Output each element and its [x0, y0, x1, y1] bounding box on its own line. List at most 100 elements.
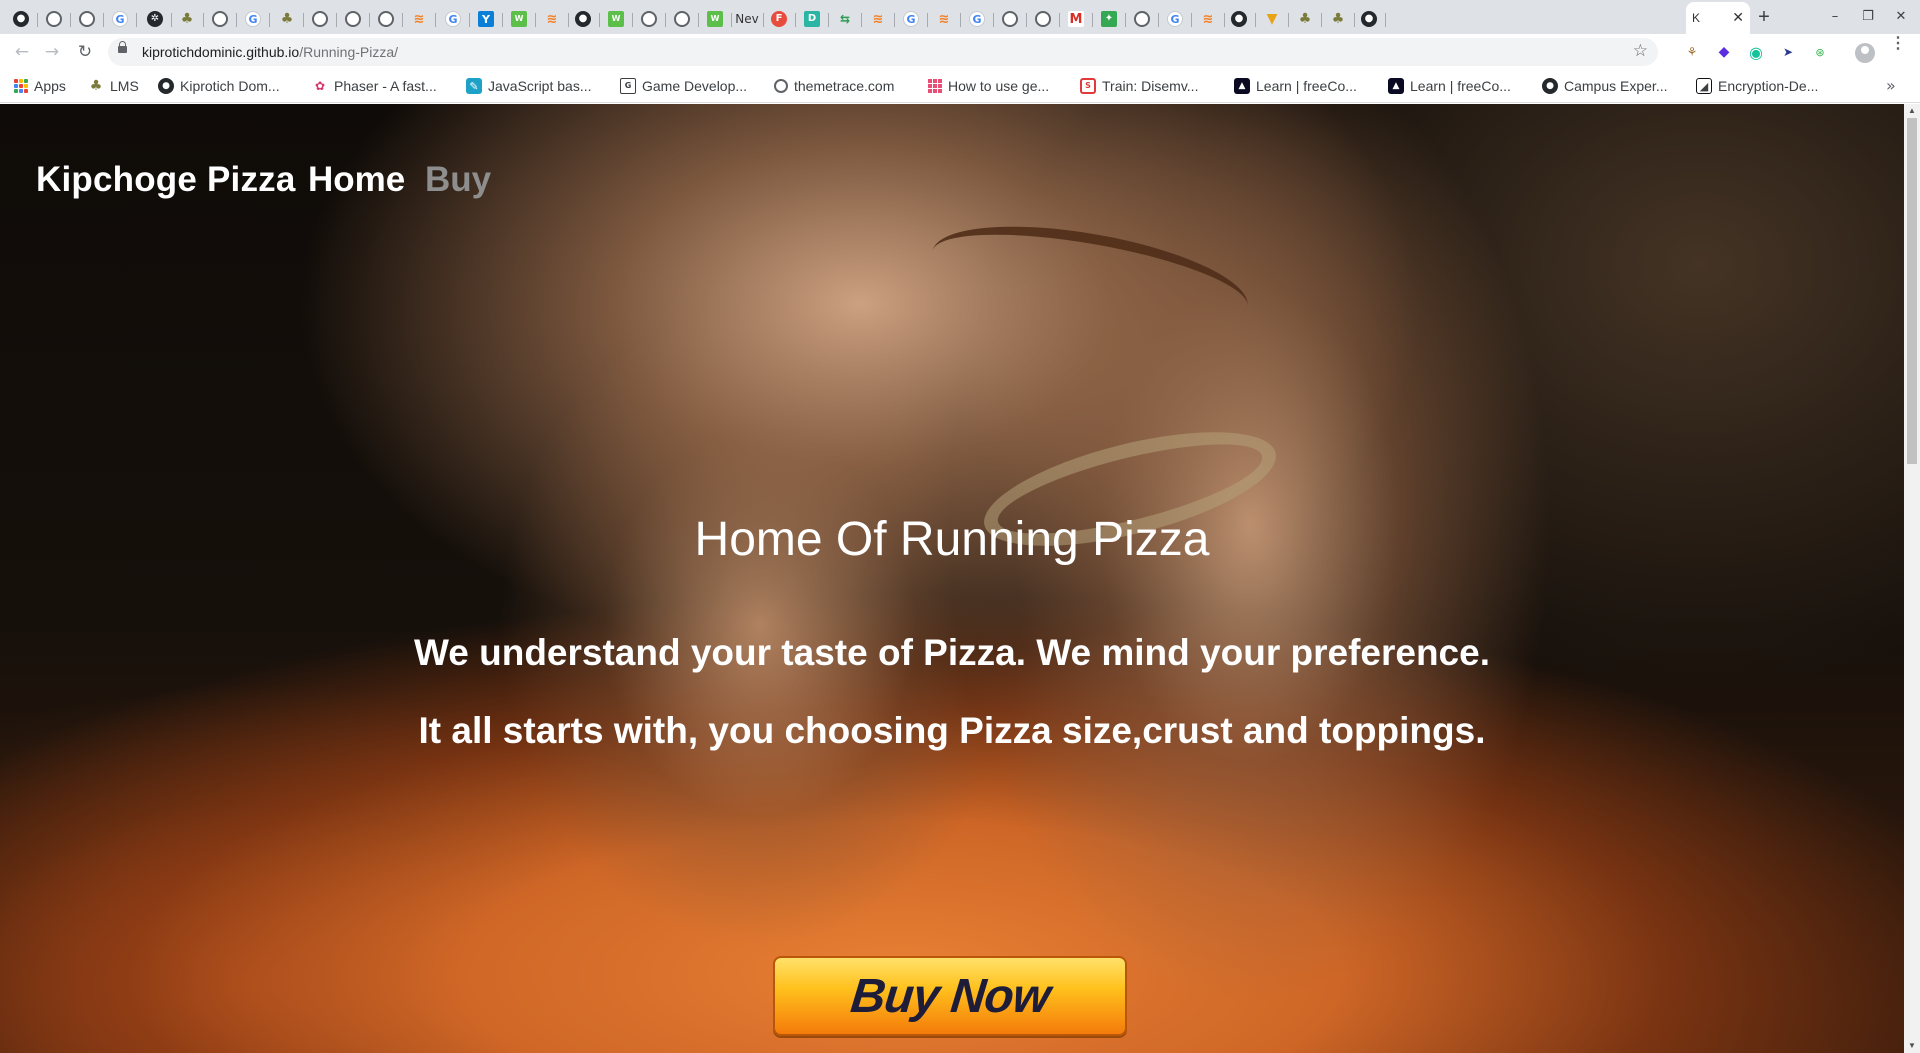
- reload-button[interactable]: ↻: [73, 40, 97, 64]
- browser-tab[interactable]: [1026, 4, 1060, 34]
- red-f-icon: F: [771, 11, 787, 27]
- restore-button[interactable]: ❐: [1853, 6, 1883, 28]
- browser-tab[interactable]: ●: [4, 4, 38, 34]
- grammarly-icon[interactable]: ◉: [1747, 43, 1765, 62]
- extension-icon[interactable]: ⚘: [1683, 43, 1701, 61]
- bookmarks-overflow-icon[interactable]: »: [1886, 76, 1896, 95]
- google-icon: G: [969, 11, 985, 27]
- browser-tab[interactable]: ♣: [1321, 4, 1355, 34]
- extension-icon[interactable]: ◆: [1715, 43, 1733, 61]
- globe-icon: [212, 11, 228, 27]
- extension-icon[interactable]: ⊛: [1811, 43, 1829, 61]
- browser-tab[interactable]: [37, 4, 71, 34]
- browser-tab[interactable]: G: [894, 4, 928, 34]
- buy-now-button[interactable]: Buy Now: [773, 956, 1127, 1036]
- text-tab-icon: Nev: [735, 12, 759, 26]
- twitter-tab-icon: Y: [478, 11, 494, 27]
- browser-tab[interactable]: ≋: [861, 4, 895, 34]
- browser-tab[interactable]: D: [795, 4, 829, 34]
- brand-logo-text[interactable]: Kipchoge Pizza: [36, 160, 296, 200]
- browser-tab[interactable]: ≋: [535, 4, 569, 34]
- close-window-button[interactable]: ✕: [1886, 6, 1916, 28]
- browser-menu-icon[interactable]: ⋮: [1890, 36, 1906, 52]
- browser-tab[interactable]: [203, 4, 237, 34]
- browser-tab[interactable]: G: [1158, 4, 1192, 34]
- browser-tab[interactable]: G: [960, 4, 994, 34]
- hero-title: Home Of Running Pizza: [694, 513, 1210, 566]
- browser-tab[interactable]: G: [436, 4, 470, 34]
- bookmark-phaser[interactable]: ✿ Phaser - A fast...: [312, 76, 437, 96]
- new-tab-button[interactable]: +: [1752, 6, 1776, 30]
- scrollbar-thumb[interactable]: [1907, 118, 1917, 464]
- github-icon: ●: [158, 78, 174, 94]
- javascript-icon: ✎: [466, 78, 482, 94]
- browser-tab[interactable]: G: [103, 4, 137, 34]
- browser-tab[interactable]: [369, 4, 403, 34]
- minimize-button[interactable]: –: [1820, 6, 1850, 28]
- bookmark-apps[interactable]: Apps: [14, 76, 66, 96]
- browser-tab[interactable]: ▼: [1255, 4, 1289, 34]
- bookmark-themetrace[interactable]: themetrace.com: [774, 76, 894, 96]
- browser-tab[interactable]: ♣: [1288, 4, 1322, 34]
- browser-tab[interactable]: [303, 4, 337, 34]
- github-icon: ●: [1361, 11, 1377, 27]
- back-button[interactable]: ←: [10, 40, 34, 64]
- browser-tab[interactable]: W: [502, 4, 536, 34]
- browser-tab[interactable]: M: [1059, 4, 1093, 34]
- hero-tagline-1: We understand your taste of Pizza. We mi…: [414, 632, 1490, 673]
- freecodecamp-icon: ▲: [1388, 78, 1404, 94]
- browser-tab[interactable]: [70, 4, 104, 34]
- browser-tab[interactable]: W: [599, 4, 633, 34]
- browser-tab[interactable]: ●: [1352, 4, 1386, 34]
- profile-avatar[interactable]: [1855, 43, 1875, 63]
- nav-home-link[interactable]: Home: [308, 160, 405, 200]
- bookmark-game-develop[interactable]: G Game Develop...: [620, 76, 747, 96]
- browser-tab[interactable]: ≋: [1191, 4, 1225, 34]
- browser-tab[interactable]: ✦: [1092, 4, 1126, 34]
- stackoverflow-icon: ≋: [938, 11, 950, 27]
- browser-tab[interactable]: Nev: [730, 4, 764, 34]
- browser-tab[interactable]: ≋: [402, 4, 436, 34]
- browser-tab[interactable]: F: [762, 4, 796, 34]
- bookmark-javascript[interactable]: ✎ JavaScript bas...: [466, 76, 592, 96]
- page-scrollbar[interactable]: ▲ ▼: [1904, 104, 1920, 1053]
- bookmark-how-to-use[interactable]: How to use ge...: [928, 76, 1049, 96]
- lock-icon: [118, 41, 127, 53]
- green-dev-icon: ⇆: [839, 12, 851, 26]
- buy-now-label: Buy Now: [848, 969, 1052, 1023]
- bookmark-encryption[interactable]: ◢ Encryption-De...: [1696, 76, 1818, 96]
- browser-tab[interactable]: [993, 4, 1027, 34]
- nav-buy-link[interactable]: Buy: [425, 160, 491, 200]
- forward-button[interactable]: →: [40, 40, 64, 64]
- globe-icon: [774, 79, 788, 93]
- address-bar[interactable]: kiprotichdominic.github.io/Running-Pizza…: [108, 38, 1658, 66]
- bookmark-kiprotich[interactable]: ● Kiprotich Dom...: [158, 76, 280, 96]
- bookmark-train[interactable]: S Train: Disemv...: [1080, 76, 1198, 96]
- browser-tab[interactable]: [336, 4, 370, 34]
- browser-tab[interactable]: ●: [1222, 4, 1256, 34]
- active-tab[interactable]: K ✕: [1686, 2, 1750, 34]
- scroll-down-arrow-icon[interactable]: ▼: [1904, 1039, 1920, 1053]
- bookmark-campus-exper[interactable]: ● Campus Exper...: [1542, 76, 1668, 96]
- extension-icon[interactable]: ➤: [1779, 43, 1797, 61]
- browser-tab[interactable]: [665, 4, 699, 34]
- github-icon: ●: [1231, 11, 1247, 27]
- bookmark-star-icon[interactable]: ☆: [1633, 41, 1648, 61]
- close-tab-icon[interactable]: ✕: [1732, 10, 1744, 26]
- browser-tab[interactable]: [1125, 4, 1159, 34]
- browser-tab[interactable]: ♣: [170, 4, 204, 34]
- browser-tab[interactable]: Y: [469, 4, 503, 34]
- browser-tab[interactable]: ≋: [927, 4, 961, 34]
- browser-tab[interactable]: ⇆: [828, 4, 862, 34]
- bookmark-freecodecamp-2[interactable]: ▲ Learn | freeCo...: [1388, 76, 1511, 96]
- browser-tab[interactable]: ●: [566, 4, 600, 34]
- url-text[interactable]: kiprotichdominic.github.io/Running-Pizza…: [142, 44, 398, 60]
- bookmark-lms[interactable]: ♣ LMS: [88, 76, 139, 96]
- browser-tab[interactable]: [632, 4, 666, 34]
- browser-tab[interactable]: ♣: [270, 4, 304, 34]
- bookmark-freecodecamp-1[interactable]: ▲ Learn | freeCo...: [1234, 76, 1357, 96]
- browser-tab[interactable]: ✲: [138, 4, 172, 34]
- browser-tab[interactable]: G: [236, 4, 270, 34]
- browser-tab[interactable]: W: [698, 4, 732, 34]
- scroll-up-arrow-icon[interactable]: ▲: [1904, 104, 1920, 118]
